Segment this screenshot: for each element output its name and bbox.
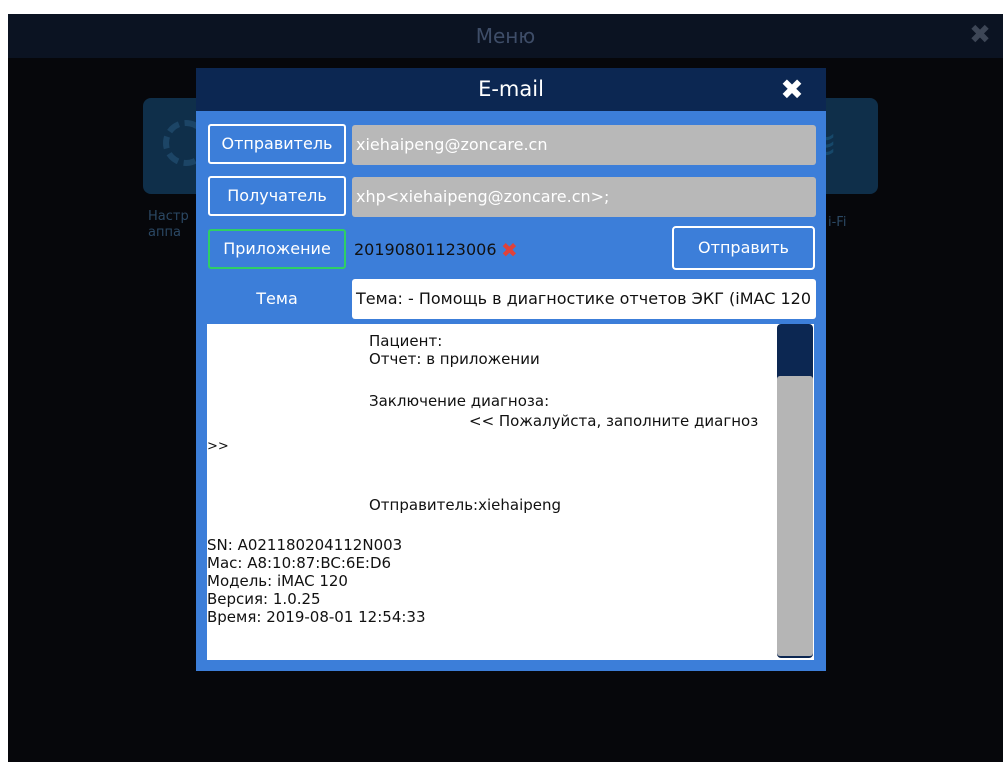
body-version: Версия: 1.0.25	[207, 590, 321, 608]
attachment-name: 20190801123006	[354, 240, 497, 259]
body-diagnosis-prompt: << Пожалуйста, заполните диагноз	[469, 412, 759, 430]
message-scrollbar[interactable]	[776, 324, 814, 660]
menu-bar: Меню ✖	[8, 14, 1003, 58]
body-model: Модель: iMAC 120	[207, 572, 348, 590]
send-button[interactable]: Отправить	[672, 226, 815, 270]
close-icon[interactable]: ✖	[967, 22, 993, 48]
body-sn: SN: A021180204112N003	[207, 536, 403, 554]
body-time: Время: 2019-08-01 12:54:33	[207, 608, 426, 626]
attachment-button[interactable]: Приложение	[208, 229, 346, 269]
body-diagnosis-close: >>	[207, 439, 229, 454]
dialog-title-bar: E-mail ✖	[196, 68, 826, 111]
settings-tile-label: Настр аппа	[148, 209, 189, 240]
message-body[interactable]: Пациент: Отчет: в приложении Заключение …	[207, 324, 814, 660]
body-patient: Пациент:	[369, 332, 443, 350]
wifi-tile-label: i-Fi	[828, 215, 847, 230]
body-mac: Mac: A8:10:87:BC:6E:D6	[207, 554, 392, 572]
body-sender: Отправитель:xiehaipeng	[369, 496, 562, 514]
sender-button[interactable]: Отправитель	[208, 124, 346, 164]
recipient-field[interactable]: xhp<xiehaipeng@zoncare.cn>;	[352, 177, 816, 217]
remove-attachment-icon[interactable]: ✖	[501, 238, 518, 262]
email-dialog: E-mail ✖ Отправитель xiehaipeng@zoncare.…	[196, 68, 826, 671]
dialog-title: E-mail	[478, 77, 544, 101]
sender-field[interactable]: xiehaipeng@zoncare.cn	[352, 125, 816, 165]
menu-title: Меню	[475, 24, 536, 48]
scroll-thumb[interactable]	[777, 376, 813, 656]
subject-label: Тема	[256, 289, 298, 308]
body-diagnosis-heading: Заключение диагноза:	[369, 392, 550, 410]
recipient-button[interactable]: Получатель	[208, 176, 346, 216]
subject-field[interactable]: Тема: - Помощь в диагностике отчетов ЭКГ…	[352, 279, 816, 319]
close-icon[interactable]: ✖	[778, 76, 806, 104]
body-report: Отчет: в приложении	[369, 350, 540, 368]
